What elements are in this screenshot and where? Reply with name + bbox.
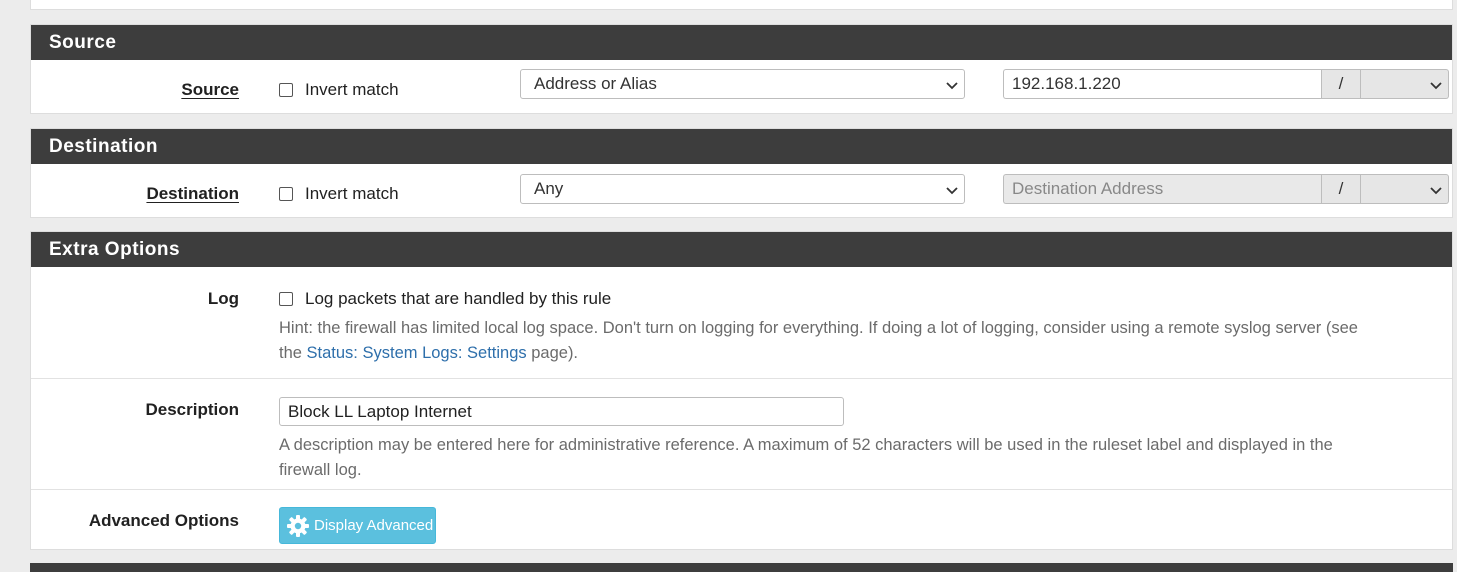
destination-address-group: Destination Address /	[1003, 174, 1449, 204]
log-hint-the: the	[279, 344, 302, 362]
log-packets-option[interactable]: Log packets that are handled by this rul…	[279, 289, 611, 309]
log-hint-end: page).	[531, 344, 579, 362]
source-mask-select[interactable]	[1361, 69, 1449, 99]
log-packets-checkbox[interactable]	[279, 292, 293, 306]
extra-options-panel: Extra Options Log Log packets that are h…	[30, 231, 1453, 550]
source-type-value: Address or Alias	[534, 74, 657, 93]
description-row: Description Block LL Laptop Internet A d…	[31, 378, 1452, 489]
chevron-down-icon	[946, 82, 958, 90]
description-hint-line-2: firewall log.	[279, 461, 362, 479]
destination-label: Destination	[146, 184, 239, 203]
description-label: Description	[145, 400, 239, 419]
source-panel-heading: Source	[31, 25, 1452, 60]
advanced-options-row: Advanced Options Display Advanced	[31, 489, 1452, 550]
gear-icon	[287, 514, 309, 537]
description-hint-line-1: A description may be entered here for ad…	[279, 436, 1333, 454]
destination-type-value: Any	[534, 179, 564, 198]
source-address-group: 192.168.1.220 /	[1003, 69, 1449, 99]
destination-mask-separator: /	[1321, 174, 1361, 204]
destination-panel: Destination Destination Invert match Any…	[30, 128, 1453, 218]
source-invert-match[interactable]: Invert match	[279, 80, 399, 100]
source-type-select[interactable]: Address or Alias	[520, 69, 965, 99]
log-label: Log	[207, 289, 239, 308]
destination-type-select[interactable]: Any	[520, 174, 965, 204]
source-address-input[interactable]: 192.168.1.220	[1003, 69, 1321, 99]
advanced-options-label: Advanced Options	[88, 511, 239, 530]
log-row: Log Log packets that are handled by this…	[31, 267, 1452, 378]
destination-panel-heading: Destination	[31, 129, 1452, 164]
source-label: Source	[181, 80, 239, 99]
extra-options-heading: Extra Options	[31, 232, 1452, 267]
log-hint-line-2: the Status: System Logs: Settings page).	[279, 341, 1358, 366]
destination-invert-checkbox[interactable]	[279, 187, 293, 201]
log-hint: Hint: the firewall has limited local log…	[279, 316, 1358, 366]
source-row: Source Invert match Address or Alias 192…	[31, 60, 1452, 114]
system-logs-settings-link[interactable]: Status: System Logs: Settings	[307, 344, 527, 362]
display-advanced-label: Display Advanced	[314, 517, 434, 534]
previous-panel-bottom	[30, 0, 1453, 10]
description-hint: A description may be entered here for ad…	[279, 433, 1333, 483]
source-invert-checkbox[interactable]	[279, 83, 293, 97]
display-advanced-button[interactable]: Display Advanced	[279, 507, 436, 544]
destination-address-input[interactable]: Destination Address	[1003, 174, 1321, 204]
destination-invert-match[interactable]: Invert match	[279, 184, 399, 204]
source-mask-separator: /	[1321, 69, 1361, 99]
chevron-down-icon	[946, 187, 958, 195]
destination-row: Destination Invert match Any Destination…	[31, 164, 1452, 218]
next-panel-heading	[30, 563, 1453, 572]
description-input[interactable]: Block LL Laptop Internet	[279, 397, 844, 426]
chevron-down-icon	[1430, 82, 1442, 90]
destination-mask-select[interactable]	[1361, 174, 1449, 204]
destination-invert-label: Invert match	[305, 184, 399, 203]
log-hint-line-1: Hint: the firewall has limited local log…	[279, 319, 1358, 337]
chevron-down-icon	[1430, 187, 1442, 195]
firewall-rule-edit-page: Source Source Invert match Address or Al…	[0, 0, 1457, 572]
log-packets-label: Log packets that are handled by this rul…	[305, 289, 612, 308]
source-invert-label: Invert match	[305, 80, 399, 99]
source-panel: Source Source Invert match Address or Al…	[30, 24, 1453, 114]
